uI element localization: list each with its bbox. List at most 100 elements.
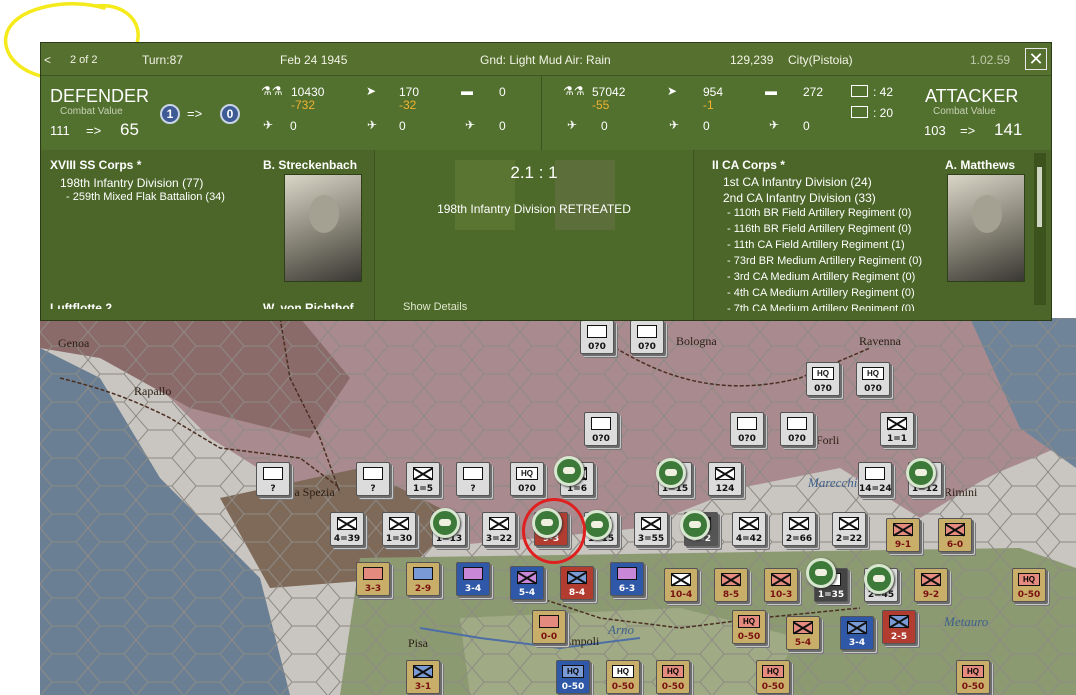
armor-marker[interactable] — [582, 510, 612, 540]
unit-counter[interactable]: 8-4 — [560, 566, 594, 600]
attacker-guns: 954 — [703, 85, 724, 99]
defender-unit-line[interactable]: - 259th Mixed Flak Battalion (34) — [66, 191, 225, 203]
unit-counter[interactable]: 4=42 — [732, 512, 766, 546]
unit-counter[interactable]: 9-1 — [886, 518, 920, 552]
strategic-map[interactable]: Genoa Rapallo La Spezia Bologna Ravenna … — [40, 318, 1076, 695]
armor-marker[interactable] — [864, 564, 894, 594]
unit-count-icon — [851, 85, 868, 97]
attacker-units: : 42 — [873, 85, 894, 99]
defender-air1: 0 — [290, 119, 297, 133]
defender-cv-from: 111 — [50, 123, 70, 138]
defender-hq: XVIII SS Corps * — [50, 158, 142, 172]
attacker-afv: 272 — [803, 85, 824, 99]
bomber-icon: ✈ — [669, 118, 680, 132]
unit-counter[interactable]: 0?0 — [584, 412, 618, 446]
attacker-guns-loss: -1 — [703, 98, 714, 112]
attacker-unit-line[interactable]: 1st CA Infantry Division (24) — [723, 175, 872, 189]
unit-counter[interactable]: HQ 0-50 — [556, 660, 590, 694]
unit-counter[interactable]: 6-3 — [610, 562, 644, 596]
unit-counter[interactable]: 6-0 — [938, 518, 972, 552]
combat-topbar: < 2 of 2 Turn:87 Feb 24 1945 Gnd: Light … — [41, 43, 1051, 75]
unit-counter[interactable]: 0?0 — [780, 412, 814, 446]
cv-arrow: => — [960, 123, 976, 138]
transport-icon: ✈ — [465, 118, 476, 132]
defender-title: DEFENDER — [50, 86, 150, 106]
unit-counter[interactable]: 0?0 — [730, 412, 764, 446]
city-label: Rimini — [944, 485, 978, 499]
unit-counter[interactable]: 0?0 — [580, 320, 614, 354]
attacker-unit-line[interactable]: - 73rd BR Medium Artillery Regiment (0) — [727, 255, 922, 267]
defender-men: 10430 — [291, 85, 325, 99]
unit-list-scrollbar[interactable] — [1034, 153, 1046, 305]
unit-counter[interactable]: 10-4 — [664, 568, 698, 602]
unit-counter[interactable]: 2-5 — [882, 610, 916, 644]
unit-counter[interactable]: 124 — [708, 462, 742, 496]
attacker-unit-line[interactable]: - 7th CA Medium Artillery Regiment (0) — [727, 303, 915, 311]
attacker-unit-line[interactable]: - 3rd CA Medium Artillery Regiment (0) — [727, 271, 915, 283]
weather-label: Gnd: Light Mud Air: Rain — [480, 53, 611, 67]
attacker-unit-line[interactable]: - 11th CA Field Artillery Regiment (1) — [727, 239, 905, 251]
unit-counter[interactable]: 3=22 — [482, 512, 516, 546]
unit-counter[interactable]: 4=39 — [330, 512, 364, 546]
attacker-unit-line[interactable]: - 4th CA Medium Artillery Regiment (0) — [727, 287, 915, 299]
unit-counter[interactable]: 3-3 — [356, 562, 390, 596]
unit-counter[interactable]: ? — [356, 462, 390, 496]
unit-counter[interactable]: HQ 0-50 — [606, 660, 640, 694]
unit-counter[interactable]: 3-4 — [840, 616, 874, 650]
armor-marker[interactable] — [680, 510, 710, 540]
unit-counter[interactable]: HQ 0?0 — [856, 362, 890, 396]
unit-counter[interactable]: 1=1 — [880, 412, 914, 446]
unit-counter[interactable]: 3-4 — [456, 562, 490, 596]
unit-counter[interactable]: 3-1 — [406, 660, 440, 694]
unit-counter[interactable]: HQ 0?0 — [806, 362, 840, 396]
unit-counter[interactable]: HQ 0-50 — [732, 610, 766, 644]
unit-counter[interactable]: 9-2 — [914, 568, 948, 602]
unit-counter[interactable]: 0-0 — [532, 610, 566, 644]
unit-counter[interactable]: ? — [256, 462, 290, 496]
unit-counter[interactable]: 1=5 — [406, 462, 440, 496]
location-label: City(Pistoia) — [788, 53, 853, 67]
unit-counter[interactable]: HQ 0-50 — [1012, 568, 1046, 602]
unit-counter[interactable]: 2=66 — [782, 512, 816, 546]
attacker-men: 57042 — [592, 85, 626, 99]
unit-counter[interactable]: HQ 0?0 — [510, 462, 544, 496]
armor-marker[interactable] — [806, 558, 836, 588]
defender-afv: 0 — [499, 85, 506, 99]
unit-counter[interactable]: 2-9 — [406, 562, 440, 596]
tank-icon: ▬ — [461, 84, 473, 98]
unit-counter[interactable]: 14=24 — [858, 462, 892, 496]
close-button[interactable]: ✕ — [1025, 48, 1047, 70]
unit-counter[interactable]: 10-3 — [764, 568, 798, 602]
unit-counter[interactable]: HQ 0-50 — [956, 660, 990, 694]
unit-counter[interactable]: HQ 0-50 — [656, 660, 690, 694]
unit-counter[interactable]: 2=22 — [832, 512, 866, 546]
unit-counter[interactable]: 3=55 — [634, 512, 668, 546]
unit-counter[interactable]: HQ 0-50 — [756, 660, 790, 694]
unit-counter[interactable]: 0?0 — [630, 320, 664, 354]
prev-page-button[interactable]: < — [44, 53, 51, 67]
unit-counter[interactable]: 5-4 — [786, 616, 820, 650]
attacker-leader-portrait — [947, 174, 1025, 282]
armor-marker[interactable] — [430, 508, 460, 538]
attacker-unit-line[interactable]: - 116th BR Field Artillery Regiment (0) — [727, 223, 911, 235]
combat-result: 198th Infantry Division RETREATED — [437, 202, 631, 216]
unit-counter[interactable]: 8-5 — [714, 568, 748, 602]
city-label: Bologna — [676, 334, 717, 348]
attacker-unit-line[interactable]: - 110th BR Field Artillery Regiment (0) — [727, 207, 911, 219]
defender-level-from: 1 — [160, 104, 180, 124]
unit-counter[interactable]: 5-4 — [510, 566, 544, 600]
armor-marker[interactable] — [554, 456, 584, 486]
defender-unit-line[interactable]: 198th Infantry Division (77) — [60, 176, 203, 190]
show-details-link[interactable]: Show Details — [403, 301, 467, 313]
attacker-unit-line[interactable]: 2nd CA Infantry Division (33) — [723, 191, 876, 205]
level-arrow: => — [187, 106, 203, 121]
infantry-icon: ⚗⚗ — [563, 84, 585, 98]
unit-counter[interactable]: 1=30 — [382, 512, 416, 546]
attacker-air2: 0 — [703, 119, 710, 133]
unit-counter[interactable]: ? — [456, 462, 490, 496]
gun-icon: ➤ — [667, 84, 678, 98]
armor-marker[interactable] — [906, 458, 936, 488]
armor-marker[interactable] — [656, 458, 686, 488]
defender-cv-label: Combat Value — [60, 106, 123, 117]
combat-results-panel: < 2 of 2 Turn:87 Feb 24 1945 Gnd: Light … — [40, 42, 1052, 321]
